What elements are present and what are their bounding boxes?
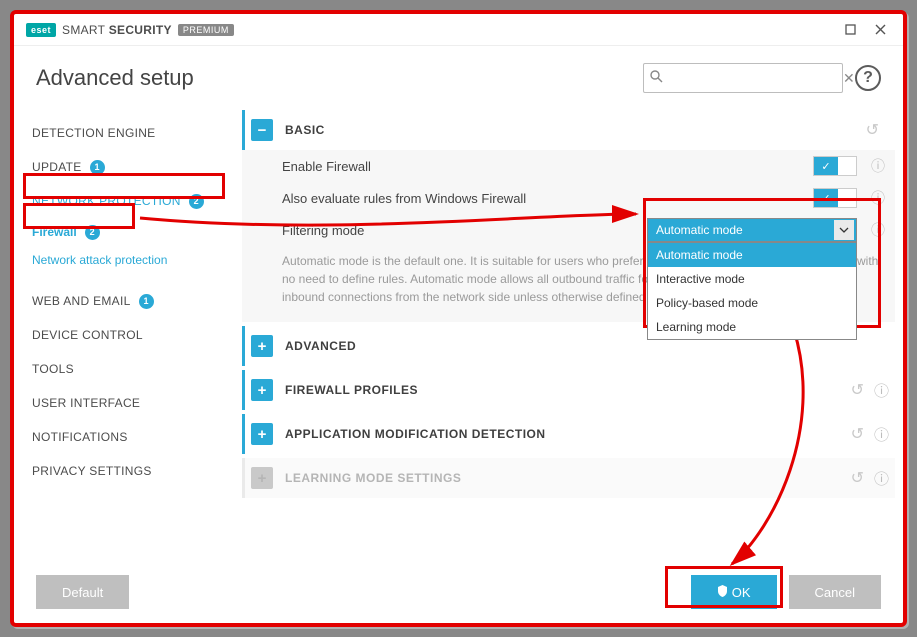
square-icon — [845, 24, 856, 35]
expand-icon[interactable]: + — [251, 379, 273, 401]
reset-icon[interactable]: ↺ — [851, 468, 864, 488]
sidebar-item-user-interface[interactable]: USER INTERFACE — [14, 386, 234, 420]
dropdown-option-interactive[interactable]: Interactive mode — [648, 267, 856, 291]
toggle-also-evaluate[interactable]: ✓ — [813, 188, 857, 208]
sidebar-item-privacy-settings[interactable]: PRIVACY SETTINGS — [14, 454, 234, 488]
header: Advanced setup ✕ ? — [14, 46, 903, 110]
row-label: Filtering mode — [282, 223, 647, 238]
sidebar-subitem-label: Network attack protection — [32, 253, 167, 267]
sidebar-item-label: WEB AND EMAIL — [32, 294, 131, 308]
section-title: BASIC — [285, 123, 866, 137]
chevron-down-icon — [834, 220, 854, 240]
dropdown-list: Automatic mode Interactive mode Policy-b… — [647, 242, 857, 340]
dropdown-filtering-mode[interactable]: Automatic mode Automatic mode Interactiv… — [647, 218, 857, 242]
clear-search-icon[interactable]: ✕ — [843, 70, 855, 87]
default-button[interactable]: Default — [36, 575, 129, 609]
dropdown-option-learning[interactable]: Learning mode — [648, 315, 856, 339]
row-filtering-mode: Filtering mode Automatic mode Automatic … — [242, 214, 895, 246]
sidebar-subitem-network-attack-protection[interactable]: Network attack protection — [14, 246, 234, 274]
check-icon: ✓ — [814, 157, 838, 175]
badge-icon: 1 — [90, 160, 105, 175]
info-icon[interactable]: ⓘ — [871, 156, 885, 176]
section-appmod-header[interactable]: + APPLICATION MODIFICATION DETECTION ↺ ⓘ — [242, 414, 895, 454]
page-title: Advanced setup — [36, 65, 643, 91]
app-window: eset SMART SECURITY PREMIUM Advanced set… — [10, 10, 907, 627]
sidebar-item-label: UPDATE — [32, 160, 82, 174]
info-icon[interactable]: ⓘ — [874, 380, 889, 401]
close-icon — [875, 24, 886, 35]
sidebar-item-label: NOTIFICATIONS — [32, 430, 128, 444]
dropdown-selected-label: Automatic mode — [656, 223, 743, 237]
section-title: FIREWALL PROFILES — [285, 383, 851, 397]
sidebar-item-label: DETECTION ENGINE — [32, 126, 155, 140]
reset-icon[interactable]: ↺ — [851, 380, 864, 400]
premium-badge: PREMIUM — [178, 24, 234, 36]
row-label: Enable Firewall — [282, 159, 813, 174]
section-title: ADVANCED — [285, 339, 889, 353]
titlebar: eset SMART SECURITY PREMIUM — [14, 14, 903, 46]
sidebar-item-label: USER INTERFACE — [32, 396, 140, 410]
expand-icon[interactable]: + — [251, 423, 273, 445]
eset-logo: eset — [26, 23, 56, 37]
dropdown-selected[interactable]: Automatic mode — [647, 218, 857, 242]
sidebar-item-network-protection[interactable]: NETWORK PROTECTION 2 — [14, 184, 234, 218]
collapse-icon[interactable]: − — [251, 119, 273, 141]
sidebar-item-update[interactable]: UPDATE 1 — [14, 150, 234, 184]
sidebar-item-detection-engine[interactable]: DETECTION ENGINE — [14, 116, 234, 150]
ok-button[interactable]: OK — [691, 575, 777, 609]
info-icon[interactable]: ⓘ — [874, 468, 889, 489]
window-maximize-button[interactable] — [835, 18, 865, 42]
reset-icon[interactable]: ↺ — [866, 120, 879, 140]
window-close-button[interactable] — [865, 18, 895, 42]
badge-icon: 2 — [189, 194, 204, 209]
section-firewall-profiles-header[interactable]: + FIREWALL PROFILES ↺ ⓘ — [242, 370, 895, 410]
sidebar-item-notifications[interactable]: NOTIFICATIONS — [14, 420, 234, 454]
section-appmod: + APPLICATION MODIFICATION DETECTION ↺ ⓘ — [242, 414, 895, 454]
section-firewall-profiles: + FIREWALL PROFILES ↺ ⓘ — [242, 370, 895, 410]
main-content: − BASIC ↺ Enable Firewall ✓ ⓘ Also evalu… — [234, 110, 903, 561]
search-icon — [650, 70, 663, 86]
info-icon[interactable]: ⓘ — [871, 220, 885, 240]
search-box[interactable]: ✕ — [643, 63, 843, 93]
ok-button-label: OK — [732, 585, 751, 600]
dropdown-option-automatic[interactable]: Automatic mode — [648, 243, 856, 267]
sidebar-item-label: DEVICE CONTROL — [32, 328, 143, 342]
sidebar-item-label: TOOLS — [32, 362, 74, 376]
cancel-button[interactable]: Cancel — [789, 575, 881, 609]
brand-text: SMART SECURITY — [62, 23, 172, 37]
shield-icon — [717, 585, 728, 600]
sidebar: DETECTION ENGINE UPDATE 1 NETWORK PROTEC… — [14, 110, 234, 561]
sidebar-item-device-control[interactable]: DEVICE CONTROL — [14, 318, 234, 352]
section-title: APPLICATION MODIFICATION DETECTION — [285, 427, 851, 441]
badge-icon: 1 — [139, 294, 154, 309]
toggle-enable-firewall[interactable]: ✓ — [813, 156, 857, 176]
reset-icon[interactable]: ↺ — [851, 424, 864, 444]
sidebar-item-web-and-email[interactable]: WEB AND EMAIL 1 — [14, 284, 234, 318]
dropdown-option-policy-based[interactable]: Policy-based mode — [648, 291, 856, 315]
section-learning-mode-header[interactable]: + LEARNING MODE SETTINGS ↺ ⓘ — [242, 458, 895, 498]
row-label: Also evaluate rules from Windows Firewal… — [282, 191, 813, 206]
sidebar-subitem-firewall[interactable]: Firewall 2 — [14, 218, 234, 246]
check-icon: ✓ — [814, 189, 838, 207]
footer: Default OK Cancel — [14, 561, 903, 623]
section-basic-header[interactable]: − BASIC ↺ — [242, 110, 895, 150]
section-basic: − BASIC ↺ Enable Firewall ✓ ⓘ Also evalu… — [242, 110, 895, 322]
sidebar-subitem-label: Firewall — [32, 225, 77, 239]
section-title: LEARNING MODE SETTINGS — [285, 471, 851, 485]
sidebar-item-tools[interactable]: TOOLS — [14, 352, 234, 386]
help-button[interactable]: ? — [855, 65, 881, 91]
row-also-evaluate: Also evaluate rules from Windows Firewal… — [242, 182, 895, 214]
sidebar-item-label: PRIVACY SETTINGS — [32, 464, 152, 478]
section-learning-mode: + LEARNING MODE SETTINGS ↺ ⓘ — [242, 458, 895, 498]
info-icon[interactable]: ⓘ — [871, 188, 885, 208]
body: DETECTION ENGINE UPDATE 1 NETWORK PROTEC… — [14, 110, 903, 561]
sidebar-item-label: NETWORK PROTECTION — [32, 194, 181, 208]
info-icon[interactable]: ⓘ — [874, 424, 889, 445]
expand-icon[interactable]: + — [251, 467, 273, 489]
expand-icon[interactable]: + — [251, 335, 273, 357]
row-enable-firewall: Enable Firewall ✓ ⓘ — [242, 150, 895, 182]
search-input[interactable] — [667, 71, 843, 86]
badge-icon: 2 — [85, 225, 100, 240]
